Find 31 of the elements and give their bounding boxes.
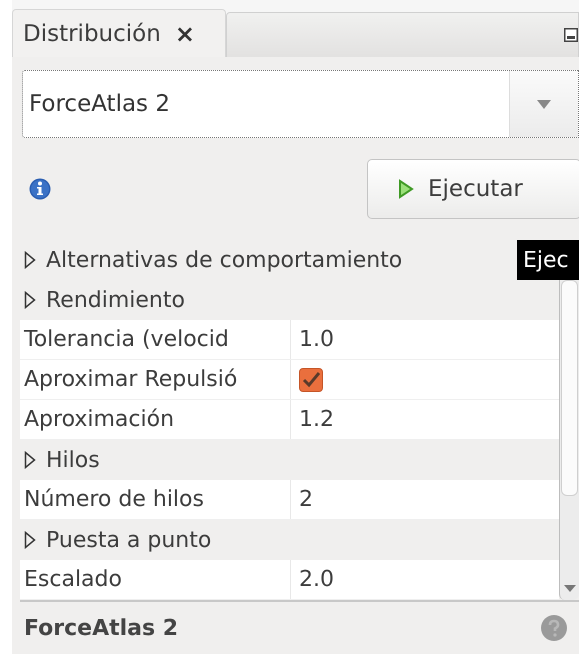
expand-triangle-icon[interactable] bbox=[24, 251, 36, 269]
layout-title: ForceAtlas 2 bbox=[24, 616, 178, 640]
category-label[interactable]: Rendimiento bbox=[46, 288, 185, 312]
dropdown-arrow-icon bbox=[537, 100, 551, 108]
property-name: Escalado bbox=[20, 560, 291, 599]
property-value[interactable]: 2.0 bbox=[299, 567, 334, 592]
category-label[interactable]: Puesta a punto bbox=[46, 528, 212, 552]
play-icon bbox=[398, 179, 414, 199]
property-name: Número de hilos bbox=[20, 480, 291, 519]
property-name: Aproximar Repulsió bbox=[20, 360, 291, 399]
expand-triangle-icon[interactable] bbox=[24, 451, 36, 469]
checkbox[interactable] bbox=[299, 368, 323, 392]
panel-tab[interactable]: Distribución × bbox=[12, 9, 226, 57]
category-label[interactable]: Hilos bbox=[46, 448, 100, 472]
info-icon[interactable] bbox=[29, 178, 51, 200]
expand-triangle-icon[interactable] bbox=[24, 531, 36, 549]
scrollbar[interactable] bbox=[559, 280, 579, 600]
close-button[interactable]: × bbox=[174, 20, 195, 48]
property-value[interactable]: 1.0 bbox=[299, 327, 334, 352]
minimize-icon[interactable] bbox=[564, 28, 578, 42]
scroll-down-icon[interactable] bbox=[564, 585, 576, 592]
property-name: Aproximación bbox=[20, 400, 291, 439]
property-value[interactable]: 2 bbox=[299, 487, 313, 512]
scrollbar-thumb[interactable] bbox=[561, 280, 578, 496]
expand-triangle-icon[interactable] bbox=[24, 291, 36, 309]
tooltip: Ejec bbox=[517, 240, 579, 280]
run-button[interactable]: Ejecutar bbox=[367, 159, 579, 219]
layout-dropdown[interactable]: ForceAtlas 2 bbox=[22, 70, 579, 138]
property-value[interactable]: 1.2 bbox=[299, 407, 334, 432]
property-name: Tolerancia (velocid bbox=[20, 320, 291, 359]
category-label[interactable]: Alternativas de comportamiento bbox=[46, 248, 402, 272]
